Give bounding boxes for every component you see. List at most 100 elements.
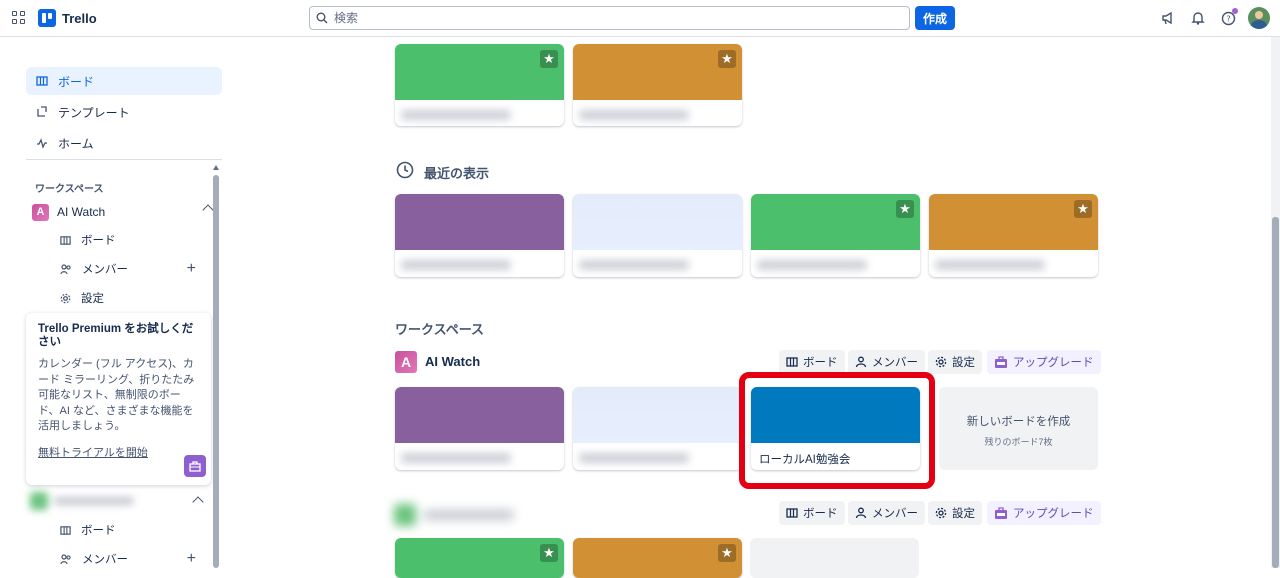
workspace2-board-green[interactable]: ★ <box>395 538 564 578</box>
notification-dot <box>1232 8 1238 14</box>
create-new-board-tile[interactable]: 新しいボードを作成 残りのボード7枚 <box>939 387 1098 470</box>
board-cover: ★ <box>929 194 1098 250</box>
workspace-name: AI Watch <box>57 205 106 219</box>
workspace-ai-watch[interactable]: A AI Watch <box>32 202 214 222</box>
button-label: ボード <box>803 508 838 520</box>
board-title-blurred <box>395 443 564 470</box>
workspace-members-link[interactable]: メンバー + <box>60 259 210 279</box>
board-title-blurred <box>395 100 564 126</box>
apps-grid-icon[interactable] <box>12 11 26 25</box>
workspace2-members-button[interactable]: メンバー <box>848 501 925 525</box>
sidebar: ボード テンプレート ホーム ワークスペース A AI Watch ボード メン… <box>0 37 230 568</box>
search-box[interactable] <box>309 6 910 30</box>
button-label: 設定 <box>952 508 975 520</box>
chevron-up-icon[interactable] <box>202 204 214 216</box>
workspace2-upgrade-button[interactable]: アップグレード <box>987 501 1101 525</box>
workspace2-boards-button[interactable]: ボード <box>779 501 845 525</box>
start-free-trial-link[interactable]: 無料トライアルを開始 <box>38 444 199 460</box>
workspace-upgrade-button[interactable]: アップグレード <box>987 350 1101 374</box>
workspace2-header: ボード メンバー 設定 アップグレード <box>395 501 1101 527</box>
workspace-boards-button[interactable]: ボード <box>779 350 845 374</box>
workspaces-heading: ワークスペース <box>35 184 104 195</box>
sidebar-item-label: ボード <box>58 74 95 89</box>
star-icon[interactable]: ★ <box>718 544 736 562</box>
workspace-boards-link[interactable]: ボード <box>60 230 210 250</box>
starred-board-green[interactable]: ★ <box>395 44 564 126</box>
workspace-members-button[interactable]: メンバー <box>848 350 925 374</box>
workspace2-settings-button[interactable]: 設定 <box>928 501 982 525</box>
star-icon[interactable]: ★ <box>718 50 736 68</box>
workspace-settings-link[interactable]: 設定 <box>60 288 210 308</box>
workspace2-boards-link[interactable]: ボード <box>60 520 210 540</box>
button-label: メンバー <box>872 357 918 369</box>
star-icon[interactable]: ★ <box>540 50 558 68</box>
sub-item-label: 設定 <box>81 293 104 305</box>
workspace2-board-empty[interactable] <box>750 538 919 578</box>
add-member-icon[interactable]: + <box>187 550 196 568</box>
board-icon <box>60 525 71 535</box>
briefcase-icon <box>995 355 1007 368</box>
briefcase-icon <box>995 506 1007 519</box>
board-cover <box>573 194 742 250</box>
scroll-up-arrow[interactable] <box>213 165 219 170</box>
gear-icon <box>935 356 947 368</box>
help-icon[interactable]: ? <box>1218 8 1238 28</box>
board-cover <box>395 387 564 443</box>
premium-trial-card: Trello Premium をお試しください カレンダー (フル アクセス)、… <box>26 313 211 485</box>
board-title-blurred <box>395 250 564 277</box>
trello-logo[interactable]: Trello <box>38 9 97 27</box>
main-scroll-thumb[interactable] <box>1272 217 1279 568</box>
workspace2-members-link[interactable]: メンバー + <box>60 549 210 569</box>
starred-board-orange[interactable]: ★ <box>573 44 742 126</box>
create-board-label: 新しいボードを作成 <box>966 416 1071 428</box>
recent-board-purple[interactable] <box>395 194 564 277</box>
star-icon[interactable]: ★ <box>1074 200 1092 218</box>
create-button[interactable]: 作成 <box>915 6 955 30</box>
button-label: アップグレード <box>1013 508 1094 520</box>
top-navigation-bar: Trello 作成 ? <box>0 0 1280 37</box>
workspace-settings-button[interactable]: 設定 <box>928 350 982 374</box>
board-cover: ★ <box>395 44 564 100</box>
button-label: アップグレード <box>1013 357 1094 369</box>
sidebar-item-label: ホーム <box>58 136 94 151</box>
sidebar-item-templates[interactable]: テンプレート <box>26 98 222 126</box>
bell-icon[interactable] <box>1188 8 1208 28</box>
search-input[interactable] <box>334 11 894 25</box>
star-icon[interactable]: ★ <box>896 200 914 218</box>
divider <box>26 159 222 160</box>
member-icon <box>855 507 867 519</box>
star-icon[interactable]: ★ <box>540 544 558 562</box>
sidebar-item-boards[interactable]: ボード <box>26 67 222 95</box>
members-icon <box>60 553 71 564</box>
chevron-up-icon[interactable] <box>192 496 204 508</box>
sidebar-item-home[interactable]: ホーム <box>26 129 222 157</box>
sub-item-label: ボード <box>81 235 116 247</box>
main-scrollbar[interactable] <box>1271 37 1280 568</box>
sub-item-label: メンバー <box>82 264 128 276</box>
recent-board-green[interactable]: ★ <box>751 194 920 277</box>
gear-icon <box>935 507 947 519</box>
avatar[interactable] <box>1248 7 1270 29</box>
workspaces-section-title: ワークスペース <box>395 322 485 337</box>
board-cover: ★ <box>573 44 742 100</box>
gear-icon <box>60 293 71 303</box>
sub-item-label: メンバー <box>82 554 128 566</box>
board-icon <box>786 357 798 367</box>
sidebar-scrollbar[interactable] <box>213 165 219 568</box>
workspace-board-light[interactable] <box>573 387 742 470</box>
workspace-board-purple[interactable] <box>395 387 564 470</box>
board-icon <box>60 235 71 245</box>
board-title-blurred <box>751 250 920 277</box>
recent-board-orange[interactable]: ★ <box>929 194 1098 277</box>
recent-board-light[interactable] <box>573 194 742 277</box>
board-title-blurred <box>573 100 742 126</box>
sidebar-scroll-thumb[interactable] <box>213 175 219 568</box>
workspace-blurred[interactable] <box>30 492 140 510</box>
megaphone-icon[interactable] <box>1158 8 1178 28</box>
members-icon <box>60 263 71 274</box>
workspace2-board-orange[interactable]: ★ <box>573 538 742 578</box>
board-cover: ★ <box>751 194 920 250</box>
svg-text:?: ? <box>1226 14 1230 23</box>
add-member-icon[interactable]: + <box>187 260 196 278</box>
board-title-blurred <box>573 250 742 277</box>
